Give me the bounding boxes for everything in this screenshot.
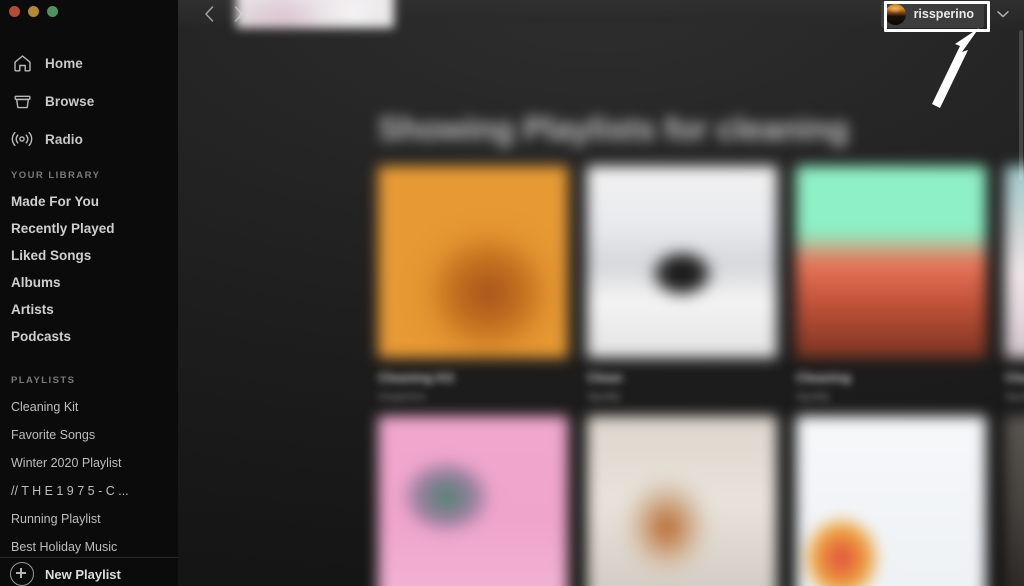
playlist-card[interactable]	[583, 412, 788, 586]
playlist-card-title: Cleaning Kit	[378, 370, 454, 385]
sidebar-item-artists[interactable]: Artists	[0, 296, 178, 323]
sidebar-item-radio[interactable]: Radio	[0, 120, 178, 158]
top-bar: rissperino	[178, 0, 1024, 28]
user-menu-area: rissperino	[880, 0, 1016, 28]
main-content: Showing Playlists for cleaning Cleaning …	[178, 0, 1024, 586]
sidebar-item-browse[interactable]: Browse	[0, 82, 178, 120]
sidebar-item-label: Browse	[45, 93, 95, 109]
playlist-card[interactable]	[374, 412, 579, 586]
new-playlist-label: New Playlist	[45, 566, 121, 582]
sidebar: Home Browse Radio YOUR LIBRARY Made For …	[0, 0, 178, 586]
library-list: Made For You Recently Played Liked Songs…	[0, 188, 178, 350]
scrollbar-thumb[interactable]	[1019, 30, 1023, 180]
window-traffic-lights	[9, 6, 58, 17]
playlist-artwork	[796, 166, 986, 358]
playlists-section-header: PLAYLISTS	[11, 375, 76, 386]
playlist-card[interactable]: Cleaning Kit rissperino	[374, 162, 579, 404]
radio-icon	[10, 127, 34, 151]
maximize-window-button[interactable]	[47, 6, 58, 17]
playlist-card[interactable]: Cleaning Spotify	[792, 162, 997, 404]
sidebar-item-home[interactable]: Home	[0, 44, 178, 82]
playlist-artwork	[587, 166, 777, 358]
library-section-header: YOUR LIBRARY	[11, 170, 101, 181]
playlist-card-title: Cleaning	[796, 370, 851, 385]
playlist-card-subtitle: Spotify	[587, 391, 621, 403]
user-account-pill[interactable]: rissperino	[880, 0, 984, 28]
playlist-list: Cleaning Kit Favorite Songs Winter 2020 …	[0, 393, 178, 561]
playlist-card-meta: Cleaning Spotify	[792, 358, 997, 404]
playlist-artwork	[587, 416, 777, 586]
sidebar-item-label: Radio	[45, 131, 84, 147]
minimize-window-button[interactable]	[28, 6, 39, 17]
browse-icon	[10, 89, 34, 113]
playlist-artwork	[796, 416, 986, 586]
list-item[interactable]: Running Playlist	[0, 505, 178, 533]
sidebar-item-albums[interactable]: Albums	[0, 269, 178, 296]
playlist-artwork	[378, 416, 568, 586]
main-scrollbar[interactable]	[1019, 28, 1024, 586]
playlist-artwork	[378, 166, 568, 358]
chevron-left-icon[interactable]	[203, 4, 216, 24]
plus-circle-icon	[10, 562, 34, 586]
sidebar-item-label: Home	[45, 55, 83, 71]
chevron-down-icon[interactable]	[994, 5, 1012, 23]
primary-nav: Home Browse Radio	[0, 44, 178, 158]
close-window-button[interactable]	[9, 6, 20, 17]
now-playing-thumbnail[interactable]	[236, 0, 394, 28]
sidebar-item-recently-played[interactable]: Recently Played	[0, 215, 178, 242]
spotify-desktop-window: Home Browse Radio YOUR LIBRARY Made For …	[0, 0, 1024, 586]
playlist-card-title: Clean	[587, 370, 623, 385]
playlist-card-subtitle: Spotify	[796, 391, 830, 403]
avatar	[884, 3, 906, 25]
playlist-card[interactable]: Clean Spotify	[583, 162, 788, 404]
sidebar-item-liked-songs[interactable]: Liked Songs	[0, 242, 178, 269]
page-title: Showing Playlists for cleaning	[378, 110, 849, 147]
home-icon	[10, 51, 34, 75]
user-name-label: rissperino	[913, 7, 974, 21]
list-item[interactable]: Favorite Songs	[0, 421, 178, 449]
new-playlist-button[interactable]: New Playlist	[0, 562, 188, 586]
list-item[interactable]: Cleaning Kit	[0, 393, 178, 421]
sidebar-item-made-for-you[interactable]: Made For You	[0, 188, 178, 215]
playlist-card-meta: Clean Spotify	[583, 358, 788, 404]
playlist-card-meta: Cleaning Kit rissperino	[374, 358, 579, 404]
sidebar-item-podcasts[interactable]: Podcasts	[0, 323, 178, 350]
playlist-card[interactable]	[792, 412, 997, 586]
playlist-card-subtitle: rissperino	[378, 391, 426, 403]
sidebar-divider	[0, 557, 178, 558]
playlist-grid: Cleaning Kit rissperino Clean Spotify Cl…	[374, 162, 1024, 586]
list-item[interactable]: // T H E 1 9 7 5 - C ...	[0, 477, 178, 505]
list-item[interactable]: Winter 2020 Playlist	[0, 449, 178, 477]
